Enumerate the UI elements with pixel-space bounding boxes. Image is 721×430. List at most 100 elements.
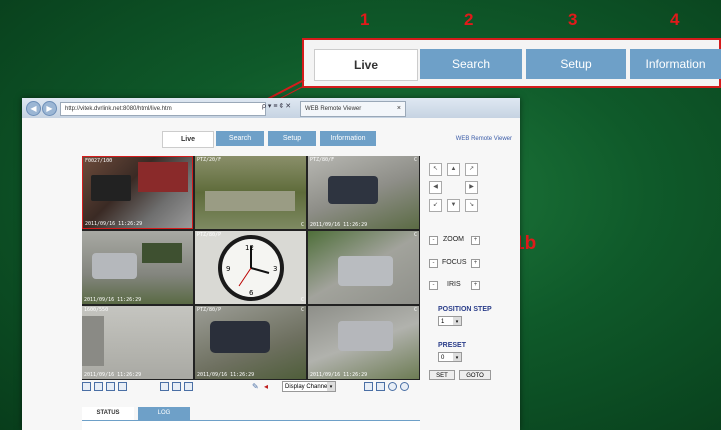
ptz-left-button[interactable]: ◀	[429, 181, 442, 194]
camera-label: PTZ/80/P	[197, 307, 222, 313]
ptz-up-left-button[interactable]: ↖	[429, 163, 442, 176]
layout-3x3-icon[interactable]	[118, 382, 127, 391]
camera-corner: C	[300, 222, 304, 228]
next-page-icon[interactable]	[172, 382, 181, 391]
camera-timestamp: 2011/09/16 11:26:29	[310, 372, 368, 378]
view-toolbar: ✎ ◂ Display Channel ▾	[82, 381, 420, 393]
camera-label: F0027/100	[85, 158, 113, 164]
address-controls[interactable]: ρ ▾ ≡ ¢ ✕	[262, 102, 291, 110]
svg-text:12: 12	[245, 244, 254, 252]
back-button[interactable]: ◀	[26, 101, 41, 116]
ptz-up-right-button[interactable]: ↗	[465, 163, 478, 176]
camera-timestamp: 2011/09/16 11:26:29	[310, 222, 368, 228]
ptz-down-button[interactable]: ▼	[447, 199, 460, 212]
camera-scene-sofa	[91, 175, 131, 201]
position-step-label: POSITION STEP	[438, 306, 492, 313]
camera-tile[interactable]: 2011/09/16 11:26:29	[82, 231, 193, 304]
camera-scene-car	[338, 256, 393, 286]
browser-tab[interactable]: WEB Remote Viewer ×	[300, 101, 406, 117]
focus-plus-button[interactable]: +	[471, 259, 480, 268]
tools-icon[interactable]: ✎	[252, 382, 261, 391]
focus-label: FOCUS	[442, 259, 467, 266]
clock-icon: 12 3 6 9	[218, 235, 284, 301]
camera-scene-car	[92, 253, 137, 279]
tab-live[interactable]: Live	[162, 131, 214, 148]
position-step-value: 1	[441, 319, 445, 325]
camera-scene-path	[205, 191, 295, 211]
position-step-select[interactable]: 1 ▾	[438, 316, 462, 326]
camera-tile[interactable]: 1600/550 2011/09/16 11:26:29	[82, 306, 193, 379]
zoom-label: ZOOM	[443, 236, 464, 243]
iris-plus-button[interactable]: +	[471, 281, 480, 290]
chevron-down-icon: ▾	[453, 353, 461, 361]
camera-tile[interactable]: PTZ/80/F 2011/09/16 11:26:29 C	[308, 156, 419, 229]
camera-label: PTZ/80/F	[310, 157, 335, 163]
display-channel-value: Display Channel	[285, 384, 329, 390]
browser-tab-title: WEB Remote Viewer	[305, 106, 362, 112]
tab-status[interactable]: STATUS	[82, 407, 134, 420]
camera-label: 1600/550	[84, 307, 109, 313]
camera-corner: C	[413, 307, 417, 313]
display-channel-select[interactable]: Display Channel ▾	[282, 381, 336, 392]
camera-label: PTZ/20/F	[197, 157, 222, 163]
chevron-down-icon: ▾	[453, 317, 461, 325]
iris-minus-button[interactable]: -	[429, 281, 438, 290]
camera-tile[interactable]: 2011/09/16 11:26:29 C	[308, 306, 419, 379]
camera-scene-car	[210, 321, 270, 353]
ptz-down-right-button[interactable]: ↘	[465, 199, 478, 212]
browser-window: ◀ ▶ http://vitek.dvrlink.net:8080/html/l…	[22, 98, 520, 430]
snapshot-icon[interactable]	[388, 382, 397, 391]
svg-text:6: 6	[249, 289, 254, 297]
brand-label: WEB Remote Viewer	[455, 136, 512, 142]
print-icon[interactable]	[376, 382, 385, 391]
address-bar[interactable]: http://vitek.dvrlink.net:8080/html/live.…	[60, 102, 266, 116]
camera-scene-pillar	[82, 316, 104, 366]
forward-button[interactable]: ▶	[42, 101, 57, 116]
layout-1x1-icon[interactable]	[82, 382, 91, 391]
camera-grid: F0027/100 2011/09/16 11:26:29 PTZ/20/F C…	[82, 156, 420, 380]
tab-setup[interactable]: Setup	[268, 131, 316, 146]
svg-text:9: 9	[226, 265, 230, 273]
camera-tile[interactable]: PTZ/80/P 2011/09/16 11:26:29 C	[195, 306, 306, 379]
camera-corner: C	[300, 297, 304, 303]
camera-scene-bushes	[142, 243, 182, 263]
close-icon[interactable]: ×	[397, 102, 401, 116]
set-button[interactable]: SET	[429, 370, 455, 380]
camera-timestamp: 2011/09/16 11:26:29	[85, 221, 143, 227]
fullscreen-icon[interactable]	[184, 382, 193, 391]
camera-corner: C	[300, 307, 304, 313]
preset-label: PRESET	[438, 342, 467, 349]
camera-tile[interactable]: F0027/100 2011/09/16 11:26:29	[82, 156, 193, 229]
camera-tile[interactable]: 12 3 6 9 PTZ/80/P C	[195, 231, 306, 304]
camera-tile[interactable]: PTZ/20/F C	[195, 156, 306, 229]
ptz-down-left-button[interactable]: ↙	[429, 199, 442, 212]
camera-timestamp: 2011/09/16 11:26:29	[84, 297, 142, 303]
settings-gear-icon[interactable]	[400, 382, 409, 391]
camera-tile[interactable]: C	[308, 231, 419, 304]
camera-scene-car	[338, 321, 393, 351]
camera-timestamp: 2011/09/16 11:26:29	[197, 372, 255, 378]
camera-timestamp: 2011/09/16 11:26:29	[84, 372, 142, 378]
ptz-right-button[interactable]: ▶	[465, 181, 478, 194]
tab-information[interactable]: Information	[320, 131, 376, 146]
status-panel	[82, 420, 420, 430]
browser-titlebar: ◀ ▶ http://vitek.dvrlink.net:8080/html/l…	[22, 98, 520, 118]
layout-1plus5-icon[interactable]	[106, 382, 115, 391]
camera-label: PTZ/80/P	[197, 232, 222, 238]
camera-scene-wall	[138, 162, 188, 192]
ptz-up-button[interactable]: ▲	[447, 163, 460, 176]
focus-minus-button[interactable]: -	[429, 259, 438, 268]
audio-icon[interactable]: ◂	[264, 382, 273, 391]
sequence-icon[interactable]	[160, 382, 169, 391]
zoom-minus-button[interactable]: -	[429, 236, 438, 245]
svg-text:3: 3	[273, 265, 277, 273]
tab-search[interactable]: Search	[216, 131, 264, 146]
camera-scene-car	[328, 176, 378, 204]
layout-2x2-icon[interactable]	[94, 382, 103, 391]
zoom-plus-button[interactable]: +	[471, 236, 480, 245]
preset-select[interactable]: 0 ▾	[438, 352, 462, 362]
tab-log[interactable]: LOG	[138, 407, 190, 420]
web-page: Live Search Setup Information WEB Remote…	[22, 118, 520, 430]
save-icon[interactable]	[364, 382, 373, 391]
goto-button[interactable]: GOTO	[459, 370, 491, 380]
